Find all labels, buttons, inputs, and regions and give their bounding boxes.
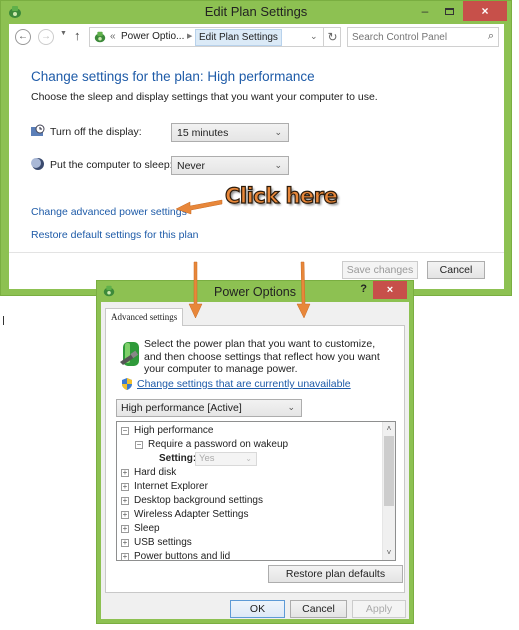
tree-scrollbar[interactable]: ˄ ˅: [382, 422, 395, 560]
scroll-up-button[interactable]: ˄: [383, 423, 395, 435]
sleep-timeout-value: Never: [177, 160, 206, 172]
close-button[interactable]: ×: [373, 281, 407, 299]
chevron-down-icon: ⌄: [245, 454, 252, 463]
power-options-icon: [94, 31, 106, 43]
tree-setting-row: Setting: Yes ⌄: [159, 452, 257, 466]
breadcrumb-edit-plan-settings[interactable]: Edit Plan Settings: [195, 29, 282, 46]
search-box[interactable]: ⌕: [347, 27, 499, 47]
apply-button[interactable]: Apply: [352, 600, 406, 618]
settings-tree[interactable]: − High performance − Require a password …: [116, 421, 396, 561]
text-cursor-mark: [3, 316, 4, 325]
address-bar[interactable]: « Power Optio... ▶ Edit Plan Settings ⌄ …: [89, 27, 341, 47]
breadcrumb-separator-icon[interactable]: ▶: [187, 32, 192, 40]
collapse-icon[interactable]: −: [121, 427, 129, 435]
tree-item-label: High performance: [134, 425, 214, 436]
display-icon: [31, 124, 45, 136]
display-timeout-label: Turn off the display:: [50, 126, 142, 138]
tree-item-label: USB settings: [134, 537, 192, 548]
sleep-timeout-select[interactable]: Never ⌄: [171, 156, 289, 175]
edit-plan-settings-window: Edit Plan Settings – × ← → ▼ ↑ « Power O…: [0, 0, 512, 296]
ok-button[interactable]: OK: [230, 600, 285, 618]
intro-text: Select the power plan that you want to c…: [144, 338, 380, 375]
tree-item-label: Hard disk: [134, 467, 177, 478]
page-title: Change settings for the plan: High perfo…: [31, 69, 315, 84]
restore-default-settings-link[interactable]: Restore default settings for this plan: [31, 229, 199, 241]
scroll-thumb[interactable]: [384, 436, 394, 506]
up-button[interactable]: ↑: [74, 28, 81, 43]
save-changes-button[interactable]: Save changes: [342, 261, 418, 279]
expand-icon[interactable]: +: [121, 553, 129, 560]
breadcrumb-power-options[interactable]: Power Optio...: [121, 31, 184, 42]
back-button[interactable]: ←: [15, 29, 31, 45]
tree-item-label: Power buttons and lid: [134, 551, 231, 561]
chevron-down-icon: ⌄: [274, 160, 282, 170]
expand-icon[interactable]: +: [121, 483, 129, 491]
title-bar[interactable]: Edit Plan Settings – ×: [1, 1, 511, 24]
cancel-button[interactable]: Cancel: [290, 600, 347, 618]
battery-icon: [120, 342, 139, 366]
close-button[interactable]: ×: [463, 1, 507, 21]
shield-icon: [122, 378, 132, 390]
recent-locations-button[interactable]: ▼: [60, 30, 67, 37]
expand-icon[interactable]: +: [121, 539, 129, 547]
display-timeout-row: Turn off the display: 15 minutes ⌄: [31, 123, 331, 143]
click-here-annotation: Click here: [224, 183, 338, 208]
forward-button[interactable]: →: [38, 29, 54, 45]
expand-icon[interactable]: +: [121, 525, 129, 533]
divider: [9, 252, 504, 253]
search-icon[interactable]: ⌕: [488, 30, 494, 43]
dialog-content: Advanced settings Select the power plan …: [101, 302, 409, 619]
breadcrumb-overflow-icon[interactable]: «: [110, 31, 116, 42]
page-description: Choose the sleep and display settings th…: [31, 91, 378, 103]
cancel-button[interactable]: Cancel: [427, 261, 485, 279]
change-advanced-power-settings-link[interactable]: Change advanced power settings: [31, 206, 187, 218]
tree-setting-select[interactable]: Yes ⌄: [195, 452, 257, 466]
tree-item-label: Require a password on wakeup: [148, 439, 289, 450]
navigation-bar: ← → ▼ ↑ « Power Optio... ▶ Edit Plan Set…: [9, 24, 504, 51]
power-options-dialog: Power Options ? × Advanced settings Sele…: [96, 280, 414, 624]
expand-icon[interactable]: +: [121, 511, 129, 519]
collapse-icon[interactable]: −: [135, 441, 143, 449]
tree-setting-label: Setting:: [159, 453, 197, 464]
refresh-button[interactable]: ↻: [323, 28, 341, 46]
sleep-timeout-row: Put the computer to sleep: Never ⌄: [31, 156, 331, 176]
restore-plan-defaults-button[interactable]: Restore plan defaults: [268, 565, 403, 583]
tree-item-label: Internet Explorer: [134, 481, 208, 492]
chevron-down-icon: ⌄: [274, 127, 282, 137]
advanced-settings-panel: Select the power plan that you want to c…: [105, 325, 405, 593]
power-plan-select[interactable]: High performance [Active] ⌄: [116, 399, 302, 417]
tree-item-label: Desktop background settings: [134, 495, 263, 506]
display-timeout-value: 15 minutes: [177, 127, 229, 139]
window-content: ← → ▼ ↑ « Power Optio... ▶ Edit Plan Set…: [9, 24, 504, 289]
help-button[interactable]: ?: [360, 283, 367, 295]
address-dropdown-icon[interactable]: ⌄: [310, 31, 318, 42]
sleep-icon: [31, 158, 44, 170]
chevron-down-icon: ⌄: [287, 402, 295, 412]
maximize-icon: [444, 8, 454, 16]
tree-setting-value: Yes: [199, 453, 215, 464]
maximize-button[interactable]: [439, 1, 459, 21]
tree-item-label: Sleep: [134, 523, 160, 534]
change-unavailable-settings-link[interactable]: Change settings that are currently unava…: [137, 378, 351, 390]
expand-icon[interactable]: +: [121, 469, 129, 477]
display-timeout-select[interactable]: 15 minutes ⌄: [171, 123, 289, 142]
power-plan-value: High performance [Active]: [121, 402, 242, 414]
sleep-timeout-label: Put the computer to sleep:: [50, 159, 173, 171]
minimize-button[interactable]: –: [415, 1, 435, 21]
search-input[interactable]: [352, 30, 478, 44]
tab-advanced-settings[interactable]: Advanced settings: [105, 308, 184, 326]
scroll-down-button[interactable]: ˅: [383, 547, 395, 559]
expand-icon[interactable]: +: [121, 497, 129, 505]
tree-item-label: Wireless Adapter Settings: [134, 509, 249, 520]
